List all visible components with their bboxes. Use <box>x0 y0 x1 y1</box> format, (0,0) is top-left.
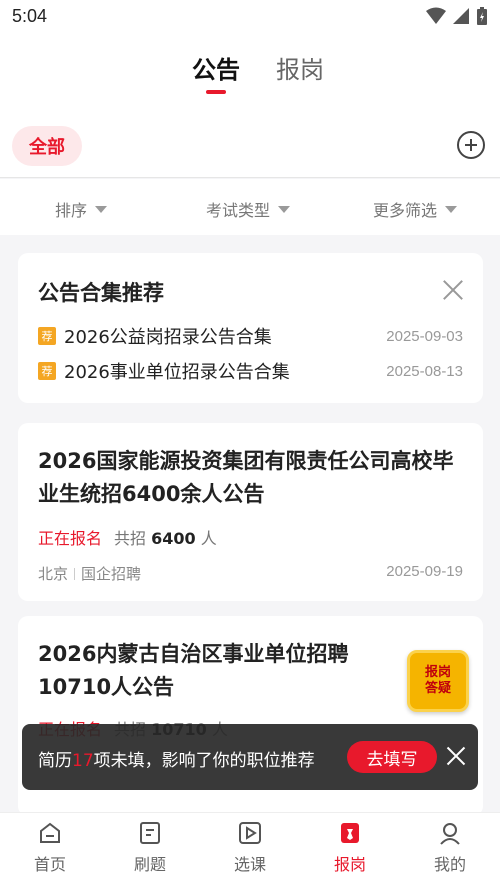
active-tab-indicator <box>206 90 226 94</box>
close-icon[interactable] <box>446 746 466 766</box>
job-faq-floating-button[interactable]: 报岗 答疑 <box>407 650 469 712</box>
collection-recommend-card: 公告合集推荐 荐 2026公益岗招录公告合集 2025-09-03 荐 2026… <box>18 253 483 403</box>
signal-icon <box>453 8 469 24</box>
toast-count: 17 <box>72 751 94 771</box>
bottom-tab-job[interactable]: 报岗 <box>320 821 380 875</box>
close-icon[interactable] <box>442 279 464 301</box>
job-title: 2026内蒙古自治区事业单位招聘10710人公告 <box>38 642 349 699</box>
filter-exam-type[interactable]: 考试类型 <box>206 197 291 221</box>
dropdown-arrow-icon <box>445 205 458 213</box>
tab-announcements[interactable]: 公告 <box>192 50 240 85</box>
quiz-icon <box>140 822 160 844</box>
job-announcement-card[interactable]: 2026国家能源投资集团有限责任公司高校毕业生统招6400余人公告 正在报名 共… <box>18 423 483 601</box>
recommend-item-date: 2025-09-03 <box>386 327 463 345</box>
job-icon <box>341 823 359 843</box>
status-time: 5:04 <box>12 6 48 26</box>
job-location: 北京 <box>38 565 69 583</box>
category-chip-bar: 全部 <box>0 114 500 178</box>
bottom-tab-label: 首页 <box>33 855 66 874</box>
bottom-tab-label: 选课 <box>233 855 266 874</box>
recruit-count: 6400 <box>151 529 196 548</box>
filter-sort-label: 排序 <box>55 201 88 220</box>
top-tab-bar: 公告 报岗 <box>0 34 500 114</box>
job-category: 国企招聘 <box>81 565 142 583</box>
dropdown-arrow-icon <box>95 205 108 213</box>
add-category-icon[interactable] <box>457 131 485 159</box>
filter-exam-type-label: 考试类型 <box>206 201 271 220</box>
bottom-tab-label: 我的 <box>433 855 466 874</box>
job-status-row: 正在报名 共招 6400 人 <box>38 525 217 549</box>
recommend-badge: 荐 <box>38 327 56 345</box>
job-date: 2025-09-19 <box>386 563 463 580</box>
job-title: 2026国家能源投资集团有限责任公司高校毕业生统招6400余人公告 <box>38 449 454 506</box>
bottom-tab-bar: 首页 刷题 选课 报岗 我的 <box>0 812 500 889</box>
bottom-tab-label: 刷题 <box>133 855 166 874</box>
filter-more[interactable]: 更多筛选 <box>373 197 458 221</box>
divider <box>74 567 76 580</box>
bottom-tab-label: 报岗 <box>333 855 366 874</box>
toast-message: 简历17项未填，影响了你的职位推荐 <box>38 746 315 771</box>
play-icon <box>239 822 261 844</box>
toast-prefix: 简历 <box>38 751 72 771</box>
filter-bar: 排序 考试类型 更多筛选 <box>0 179 500 235</box>
bottom-tab-profile[interactable]: 我的 <box>420 821 480 875</box>
tab-job-report[interactable]: 报岗 <box>276 50 324 85</box>
recommend-title: 公告合集推荐 <box>38 281 164 305</box>
recommend-item-date: 2025-08-13 <box>386 362 463 380</box>
recruit-unit: 人 <box>200 529 217 548</box>
recommend-item-title: 2026公益岗招录公告合集 <box>64 327 272 348</box>
recommend-item-title: 2026事业单位招录公告合集 <box>64 362 290 383</box>
fill-resume-button[interactable]: 去填写 <box>347 741 437 773</box>
filter-more-label: 更多筛选 <box>373 201 438 220</box>
profile-icon <box>440 823 460 845</box>
recommend-item[interactable]: 荐 2026事业单位招录公告合集 2025-08-13 <box>38 358 463 384</box>
recommend-item[interactable]: 荐 2026公益岗招录公告合集 2025-09-03 <box>38 323 463 349</box>
bottom-tab-home[interactable]: 首页 <box>20 821 80 875</box>
toast-suffix: 项未填，影响了你的职位推荐 <box>93 751 315 771</box>
recommend-badge: 荐 <box>38 362 56 380</box>
registration-status: 正在报名 <box>38 529 103 548</box>
faq-badge-line2: 答疑 <box>424 681 451 696</box>
wifi-icon <box>426 7 446 24</box>
battery-icon <box>477 7 487 25</box>
dropdown-arrow-icon <box>278 205 291 213</box>
status-bar: 5:04 <box>0 0 500 34</box>
home-icon <box>40 822 60 843</box>
chip-all[interactable]: 全部 <box>12 126 82 166</box>
bottom-tab-quiz[interactable]: 刷题 <box>120 821 180 875</box>
recruit-prefix: 共招 <box>114 529 147 548</box>
job-meta: 北京 国企招聘 <box>38 563 141 584</box>
resume-reminder-toast: 简历17项未填，影响了你的职位推荐 去填写 <box>22 724 478 790</box>
bottom-tab-courses[interactable]: 选课 <box>220 821 280 875</box>
faq-badge-line1: 报岗 <box>424 665 451 680</box>
filter-sort[interactable]: 排序 <box>55 197 108 221</box>
